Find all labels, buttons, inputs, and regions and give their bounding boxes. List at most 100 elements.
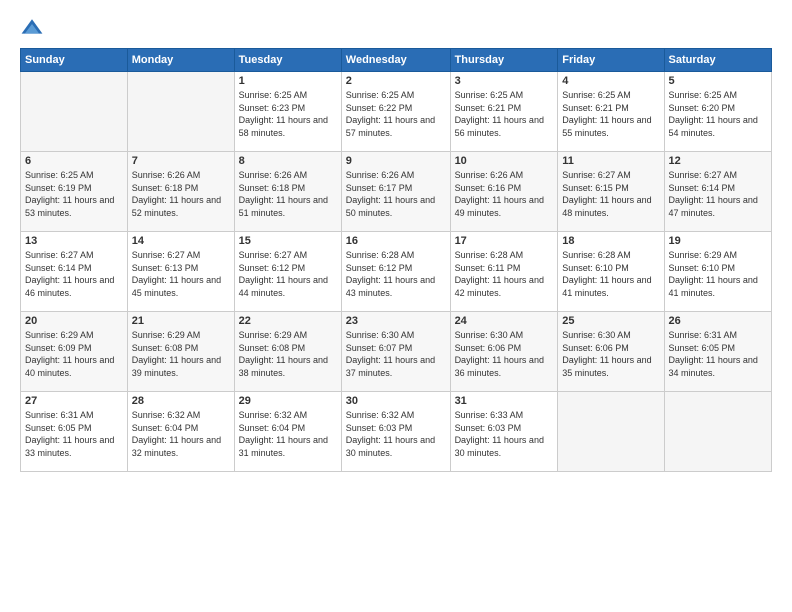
calendar-week-row: 20Sunrise: 6:29 AM Sunset: 6:09 PM Dayli…	[21, 312, 772, 392]
calendar-cell: 31Sunrise: 6:33 AM Sunset: 6:03 PM Dayli…	[450, 392, 558, 472]
col-tuesday: Tuesday	[234, 49, 341, 72]
day-number: 22	[239, 315, 337, 327]
day-number: 8	[239, 155, 337, 167]
calendar-cell: 19 Sunrise: 6:29 AM Sunset: 6:10 PM Dayli…	[664, 232, 771, 312]
day-number: 7	[132, 155, 230, 167]
day-number: 3	[455, 75, 554, 87]
calendar-cell: 6 Sunrise: 6:25 AM Sunset: 6:19 PM Daylig…	[21, 152, 128, 232]
day-number: 12	[669, 155, 767, 167]
day-info: Sunrise: 6:33 AM Sunset: 6:03 PM Dayligh…	[455, 409, 554, 459]
calendar-cell	[664, 392, 771, 472]
calendar-cell: 11 Sunrise: 6:27 AM Sunset: 6:15 PM Dayli…	[558, 152, 664, 232]
col-wednesday: Wednesday	[341, 49, 450, 72]
day-info: Sunrise: 6:31 AM Sunset: 6:05 PM Dayligh…	[25, 409, 123, 459]
col-friday: Friday	[558, 49, 664, 72]
day-info: Sunrise: 6:28 AM Sunset: 6:12 PM Dayligh…	[346, 249, 446, 299]
calendar-week-row: 27 Sunrise: 6:31 AM Sunset: 6:05 PM Dayli…	[21, 392, 772, 472]
day-info: Sunrise: 6:31 AM Sunset: 6:05 PM Dayligh…	[669, 329, 767, 379]
day-number: 26	[669, 315, 767, 327]
calendar-cell: 10 Sunrise: 6:26 AM Sunset: 6:16 PM Dayli…	[450, 152, 558, 232]
calendar-cell: 15 Sunrise: 6:27 AM Sunset: 6:12 PM Dayli…	[234, 232, 341, 312]
calendar-cell: 25Sunrise: 6:30 AM Sunset: 6:06 PM Dayli…	[558, 312, 664, 392]
day-number: 19	[669, 235, 767, 247]
calendar-cell: 2 Sunrise: 6:25 AM Sunset: 6:22 PM Daylig…	[341, 72, 450, 152]
day-number: 25	[562, 315, 659, 327]
calendar-cell: 17 Sunrise: 6:28 AM Sunset: 6:11 PM Dayli…	[450, 232, 558, 312]
day-info: Sunrise: 6:32 AM Sunset: 6:03 PM Dayligh…	[346, 409, 446, 459]
logo-icon	[20, 16, 44, 40]
day-info: Sunrise: 6:27 AM Sunset: 6:14 PM Dayligh…	[669, 169, 767, 219]
day-info: Sunrise: 6:25 AM Sunset: 6:21 PM Dayligh…	[562, 89, 659, 139]
calendar-cell: 8 Sunrise: 6:26 AM Sunset: 6:18 PM Daylig…	[234, 152, 341, 232]
day-number: 16	[346, 235, 446, 247]
day-number: 21	[132, 315, 230, 327]
day-number: 10	[455, 155, 554, 167]
day-number: 2	[346, 75, 446, 87]
calendar-cell	[558, 392, 664, 472]
day-number: 13	[25, 235, 123, 247]
day-info: Sunrise: 6:25 AM Sunset: 6:23 PM Dayligh…	[239, 89, 337, 139]
calendar-cell: 13 Sunrise: 6:27 AM Sunset: 6:14 PM Dayli…	[21, 232, 128, 312]
calendar-week-row: 13 Sunrise: 6:27 AM Sunset: 6:14 PM Dayli…	[21, 232, 772, 312]
day-number: 27	[25, 395, 123, 407]
day-info: Sunrise: 6:29 AM Sunset: 6:08 PM Dayligh…	[239, 329, 337, 379]
day-info: Sunrise: 6:27 AM Sunset: 6:13 PM Dayligh…	[132, 249, 230, 299]
day-number: 17	[455, 235, 554, 247]
calendar-cell: 14Sunrise: 6:27 AM Sunset: 6:13 PM Dayli…	[127, 232, 234, 312]
day-info: Sunrise: 6:26 AM Sunset: 6:16 PM Dayligh…	[455, 169, 554, 219]
page: Sunday Monday Tuesday Wednesday Thursday…	[0, 0, 792, 612]
calendar-week-row: 1 Sunrise: 6:25 AM Sunset: 6:23 PM Daylig…	[21, 72, 772, 152]
col-thursday: Thursday	[450, 49, 558, 72]
calendar-cell: 1 Sunrise: 6:25 AM Sunset: 6:23 PM Daylig…	[234, 72, 341, 152]
calendar-week-row: 6 Sunrise: 6:25 AM Sunset: 6:19 PM Daylig…	[21, 152, 772, 232]
day-info: Sunrise: 6:32 AM Sunset: 6:04 PM Dayligh…	[132, 409, 230, 459]
calendar-cell	[21, 72, 128, 152]
day-number: 23	[346, 315, 446, 327]
calendar-cell: 28Sunrise: 6:32 AM Sunset: 6:04 PM Dayli…	[127, 392, 234, 472]
calendar-cell: 20Sunrise: 6:29 AM Sunset: 6:09 PM Dayli…	[21, 312, 128, 392]
calendar-cell: 12 Sunrise: 6:27 AM Sunset: 6:14 PM Dayli…	[664, 152, 771, 232]
calendar-cell: 26 Sunrise: 6:31 AM Sunset: 6:05 PM Dayli…	[664, 312, 771, 392]
day-number: 30	[346, 395, 446, 407]
day-number: 6	[25, 155, 123, 167]
day-number: 1	[239, 75, 337, 87]
day-info: Sunrise: 6:25 AM Sunset: 6:20 PM Dayligh…	[669, 89, 767, 139]
calendar-cell: 5 Sunrise: 6:25 AM Sunset: 6:20 PM Daylig…	[664, 72, 771, 152]
calendar-cell: 21 Sunrise: 6:29 AM Sunset: 6:08 PM Dayli…	[127, 312, 234, 392]
day-info: Sunrise: 6:29 AM Sunset: 6:10 PM Dayligh…	[669, 249, 767, 299]
calendar-cell: 23Sunrise: 6:30 AM Sunset: 6:07 PM Dayli…	[341, 312, 450, 392]
col-monday: Monday	[127, 49, 234, 72]
day-number: 5	[669, 75, 767, 87]
logo	[20, 16, 48, 40]
day-info: Sunrise: 6:29 AM Sunset: 6:08 PM Dayligh…	[132, 329, 230, 379]
day-info: Sunrise: 6:27 AM Sunset: 6:12 PM Dayligh…	[239, 249, 337, 299]
day-info: Sunrise: 6:26 AM Sunset: 6:18 PM Dayligh…	[239, 169, 337, 219]
day-info: Sunrise: 6:26 AM Sunset: 6:17 PM Dayligh…	[346, 169, 446, 219]
header	[20, 16, 772, 40]
day-info: Sunrise: 6:25 AM Sunset: 6:22 PM Dayligh…	[346, 89, 446, 139]
day-info: Sunrise: 6:27 AM Sunset: 6:15 PM Dayligh…	[562, 169, 659, 219]
calendar-cell: 29 Sunrise: 6:32 AM Sunset: 6:04 PM Dayli…	[234, 392, 341, 472]
day-info: Sunrise: 6:28 AM Sunset: 6:10 PM Dayligh…	[562, 249, 659, 299]
day-info: Sunrise: 6:27 AM Sunset: 6:14 PM Dayligh…	[25, 249, 123, 299]
day-number: 4	[562, 75, 659, 87]
day-number: 9	[346, 155, 446, 167]
calendar-cell: 30 Sunrise: 6:32 AM Sunset: 6:03 PM Dayli…	[341, 392, 450, 472]
calendar-cell: 3Sunrise: 6:25 AM Sunset: 6:21 PM Daylig…	[450, 72, 558, 152]
day-number: 15	[239, 235, 337, 247]
day-info: Sunrise: 6:32 AM Sunset: 6:04 PM Dayligh…	[239, 409, 337, 459]
calendar-header-row: Sunday Monday Tuesday Wednesday Thursday…	[21, 49, 772, 72]
day-number: 29	[239, 395, 337, 407]
calendar-cell: 9 Sunrise: 6:26 AM Sunset: 6:17 PM Daylig…	[341, 152, 450, 232]
day-number: 11	[562, 155, 659, 167]
calendar-cell: 16 Sunrise: 6:28 AM Sunset: 6:12 PM Dayli…	[341, 232, 450, 312]
calendar-cell: 24 Sunrise: 6:30 AM Sunset: 6:06 PM Dayli…	[450, 312, 558, 392]
day-number: 20	[25, 315, 123, 327]
day-info: Sunrise: 6:28 AM Sunset: 6:11 PM Dayligh…	[455, 249, 554, 299]
day-info: Sunrise: 6:25 AM Sunset: 6:19 PM Dayligh…	[25, 169, 123, 219]
col-saturday: Saturday	[664, 49, 771, 72]
calendar-cell	[127, 72, 234, 152]
day-number: 24	[455, 315, 554, 327]
day-info: Sunrise: 6:30 AM Sunset: 6:06 PM Dayligh…	[455, 329, 554, 379]
day-number: 18	[562, 235, 659, 247]
